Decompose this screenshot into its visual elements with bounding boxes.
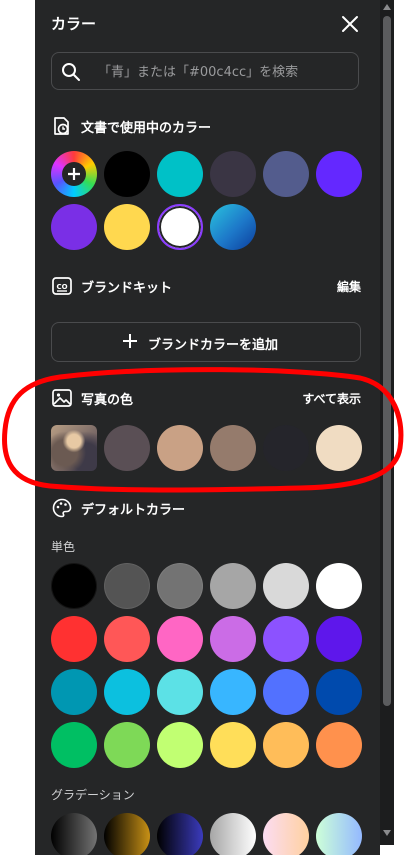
- swatch-yellow[interactable]: [104, 204, 150, 250]
- add-color-plus-icon: [62, 162, 86, 186]
- image-icon: [51, 387, 73, 409]
- scroll-up-arrow-icon[interactable]: [383, 4, 391, 10]
- default-colors-label: デフォルトカラー: [81, 503, 186, 518]
- swatch-purple[interactable]: [51, 204, 97, 250]
- photo-colors-label: 写真の色: [81, 393, 134, 408]
- search-icon: [62, 63, 80, 81]
- scroll-down-arrow-icon[interactable]: [383, 830, 391, 836]
- gradient-swatch-mint-blue[interactable]: [316, 813, 362, 855]
- solid-swatch-r1-c4[interactable]: [210, 563, 256, 609]
- swatch-photo-3[interactable]: [210, 425, 256, 471]
- solid-swatch-r3-c5[interactable]: [263, 669, 309, 715]
- add-brand-color-button[interactable]: ブランドカラーを追加: [51, 322, 361, 362]
- scrollbar-thumb[interactable]: [383, 16, 391, 706]
- color-panel: カラー 文書で使用中のカラー: [35, 0, 380, 855]
- solid-swatch-r2-c2[interactable]: [104, 616, 150, 662]
- photo-thumbnail[interactable]: [51, 425, 97, 471]
- solid-swatch-r1-c6[interactable]: [316, 563, 362, 609]
- solid-swatch-r4-c5[interactable]: [263, 722, 309, 768]
- swatch-photo-1[interactable]: [104, 425, 150, 471]
- gradient-swatch-pink-peach[interactable]: [263, 813, 309, 855]
- gradient-swatch-gray-white[interactable]: [210, 813, 256, 855]
- document-colors-label: 文書で使用中のカラー: [81, 121, 212, 136]
- solid-colors-label: 単色: [51, 540, 76, 554]
- solid-swatch-r2-c1[interactable]: [51, 616, 97, 662]
- gradient-swatch-black-gray[interactable]: [51, 813, 97, 855]
- svg-text:CO: CO: [56, 283, 67, 291]
- solid-swatch-r1-c3[interactable]: [157, 563, 203, 609]
- search-field[interactable]: [51, 52, 359, 90]
- brand-kit-edit-link[interactable]: 編集: [337, 278, 361, 295]
- solid-swatch-r3-c3[interactable]: [157, 669, 203, 715]
- swatch-photo-2[interactable]: [157, 425, 203, 471]
- paint-roller-doc-icon: [51, 115, 73, 137]
- brand-kit-header: CO ブランドキット 編集: [51, 275, 361, 297]
- gradient-swatch-black-gold[interactable]: [104, 813, 150, 855]
- palette-icon: [51, 497, 73, 519]
- solid-swatch-r4-c3[interactable]: [157, 722, 203, 768]
- add-brand-color-label: ブランドカラーを追加: [148, 338, 279, 353]
- swatch-dark-slate[interactable]: [210, 151, 256, 197]
- solid-swatch-r1-c5[interactable]: [263, 563, 309, 609]
- solid-swatch-r1-c1[interactable]: [51, 563, 97, 609]
- swatch-turquoise[interactable]: [157, 151, 203, 197]
- brand-kit-label: ブランドキット: [81, 281, 173, 296]
- swatch-white-selected[interactable]: [157, 204, 203, 250]
- solid-swatch-r3-c4[interactable]: [210, 669, 256, 715]
- solid-swatch-r4-c6[interactable]: [316, 722, 362, 768]
- document-colors-header: 文書で使用中のカラー: [51, 115, 361, 137]
- photo-colors-show-all-link[interactable]: すべて表示: [302, 390, 361, 407]
- solid-swatch-r2-c5[interactable]: [263, 616, 309, 662]
- brand-kit-icon: CO: [51, 275, 73, 297]
- solid-swatch-r2-c3[interactable]: [157, 616, 203, 662]
- solid-swatch-r4-c1[interactable]: [51, 722, 97, 768]
- add-color-swatch[interactable]: [51, 151, 97, 197]
- plus-icon: [121, 332, 139, 353]
- swatch-teal-blue-gradient[interactable]: [210, 204, 256, 250]
- solid-swatch-r2-c4[interactable]: [210, 616, 256, 662]
- solid-swatch-r3-c1[interactable]: [51, 669, 97, 715]
- panel-title: カラー: [51, 15, 97, 33]
- swatch-slate-blue[interactable]: [263, 151, 309, 197]
- swatch-photo-5[interactable]: [316, 425, 362, 471]
- solid-swatch-r2-c6[interactable]: [316, 616, 362, 662]
- photo-colors-header: 写真の色 すべて表示: [51, 387, 361, 409]
- search-input[interactable]: [96, 61, 355, 83]
- solid-swatch-r3-c6[interactable]: [316, 669, 362, 715]
- gradient-swatch-black-blue[interactable]: [157, 813, 203, 855]
- swatch-violet[interactable]: [316, 151, 362, 197]
- swatch-black[interactable]: [104, 151, 150, 197]
- solid-swatch-r4-c4[interactable]: [210, 722, 256, 768]
- solid-swatch-r1-c2[interactable]: [104, 563, 150, 609]
- solid-swatch-r4-c2[interactable]: [104, 722, 150, 768]
- default-colors-header: デフォルトカラー: [51, 497, 361, 519]
- solid-swatch-r3-c2[interactable]: [104, 669, 150, 715]
- vertical-scrollbar[interactable]: [380, 0, 394, 845]
- close-icon[interactable]: [338, 12, 362, 36]
- swatch-photo-4[interactable]: [263, 425, 309, 471]
- gradient-colors-label: グラデーション: [51, 788, 135, 802]
